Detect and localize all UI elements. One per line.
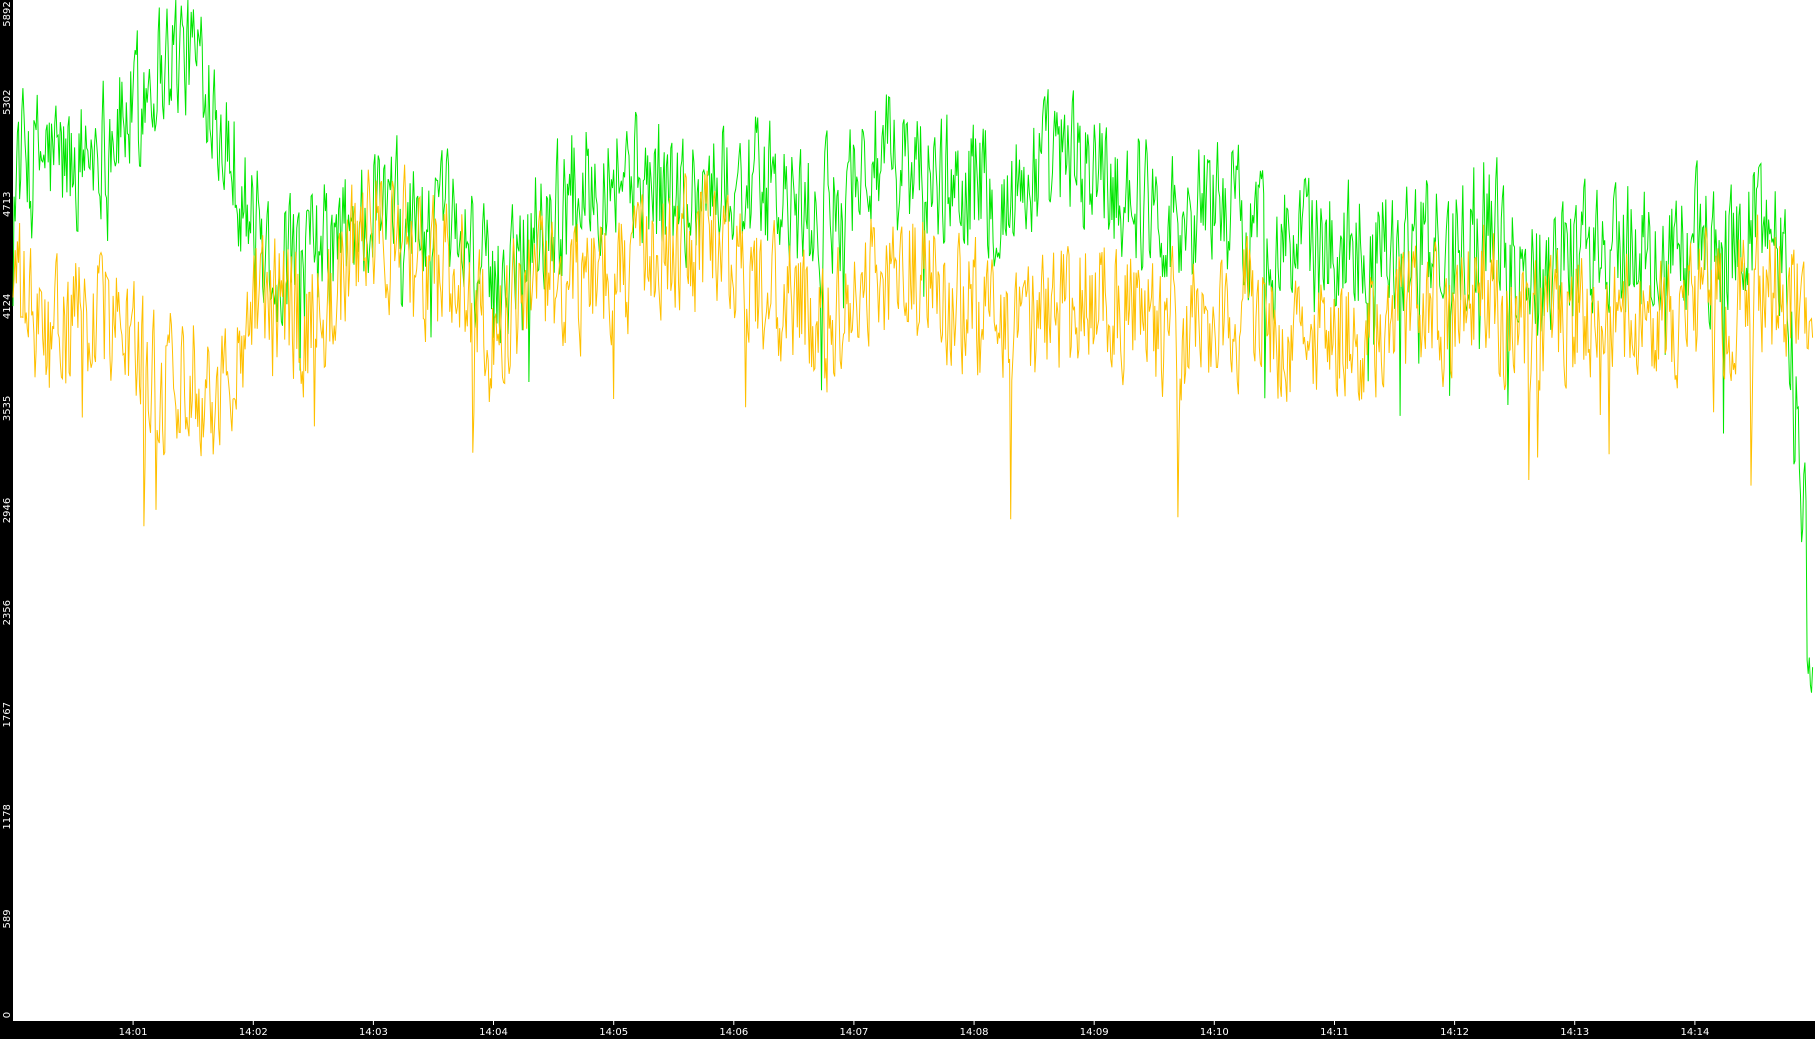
y-tick-label: 5302 [2, 89, 13, 114]
x-tick-label: 14:01 [119, 1027, 148, 1038]
x-tick-label: 14:08 [960, 1027, 989, 1038]
y-tick-label: 0 [2, 1012, 13, 1018]
y-tick-label: 4124 [2, 294, 13, 319]
x-tick-label: 14:12 [1440, 1027, 1469, 1038]
x-tick-label: 14:02 [239, 1027, 268, 1038]
y-tick-label: 589 [2, 909, 13, 928]
x-tick-label: 14:07 [839, 1027, 868, 1038]
y-tick-label: 2356 [2, 600, 13, 625]
y-tick-label: 2946 [2, 498, 13, 523]
y-tick-label: 3535 [2, 396, 13, 421]
x-tick-label: 14:06 [719, 1027, 748, 1038]
plot-area [13, 0, 1815, 1021]
y-tick-label: 1767 [2, 702, 13, 727]
x-tick-label: 14:04 [479, 1027, 508, 1038]
x-tick-label: 14:05 [599, 1027, 628, 1038]
chart-canvas: 0 589 1178 1767 2356 2946 3535 4124 4713 5302 5892… [0, 0, 1815, 1039]
x-tick-label: 14:03 [359, 1027, 388, 1038]
x-tick-label: 14:11 [1320, 1027, 1349, 1038]
x-tick-label: 14:13 [1560, 1027, 1589, 1038]
y-tick-label: 1178 [2, 804, 13, 829]
time-series-chart: 0 589 1178 1767 2356 2946 3535 4124 4713 5302 5892… [0, 0, 1815, 1039]
x-tick-label: 14:14 [1680, 1027, 1709, 1038]
y-tick-label: 4713 [2, 192, 13, 217]
x-tick-label: 14:09 [1080, 1027, 1109, 1038]
x-tick-label: 14:10 [1200, 1027, 1229, 1038]
y-tick-label: 5892 [2, 1, 13, 26]
